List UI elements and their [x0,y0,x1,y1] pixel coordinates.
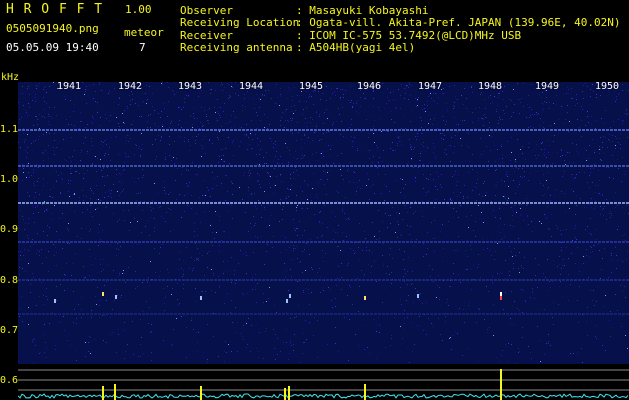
trace-spike [102,386,104,400]
info-value-location: : Ogata-vill. Akita-Pref. JAPAN (139.96E… [296,16,621,29]
x-tick-1942: 1942 [118,81,143,92]
meteor-echo [500,296,502,300]
info-key-antenna: Receiving antenna [180,41,293,54]
meteor-label: meteor [124,26,164,39]
trace-spike [364,384,366,400]
x-tick-1947: 1947 [418,81,443,92]
trace-spike [284,388,286,400]
spectrogram-canvas [18,82,629,400]
trace-spike [500,369,502,400]
y-tick-0-7: 0.7 [0,325,19,336]
meteor-echo [289,294,291,298]
meteor-echo [364,296,366,300]
file-datetime: 05.05.09 19:40 [6,41,99,54]
y-tick-1-0: 1.0 [0,174,19,185]
x-tick-1948: 1948 [478,81,503,92]
y-tick-1-1: 1.1 [0,124,19,135]
x-tick-1941: 1941 [57,81,82,92]
x-tick-1949: 1949 [535,81,560,92]
meteor-echo [500,292,502,296]
app-version: 1.00 [125,3,152,16]
x-tick-1945: 1945 [299,81,324,92]
meteor-count: 7 [139,41,146,54]
y-tick-0-8: 0.8 [0,275,19,286]
x-tick-1943: 1943 [178,81,203,92]
trace-spike [200,386,202,400]
meteor-echo [286,299,288,303]
app-title: H R O F F T [6,2,104,17]
trace-spike [288,386,290,400]
meteor-echo [102,292,104,296]
info-key-location: Receiving Location [180,16,300,29]
file-name: 0505091940.png [6,22,99,35]
x-tick-1946: 1946 [357,81,382,92]
info-value-antenna: : A504HB(yagi 4el) [296,41,416,54]
y-axis-unit: kHz [1,72,20,83]
x-tick-1950: 1950 [595,81,620,92]
x-tick-1944: 1944 [239,81,264,92]
meteor-echo [200,296,202,300]
meteor-echo [115,295,117,299]
meteor-echo [54,299,56,303]
meteor-echo [417,294,419,298]
y-tick-0-9: 0.9 [0,224,19,235]
trace-spike [114,384,116,400]
y-tick-0-6: 0.6 [0,375,19,386]
